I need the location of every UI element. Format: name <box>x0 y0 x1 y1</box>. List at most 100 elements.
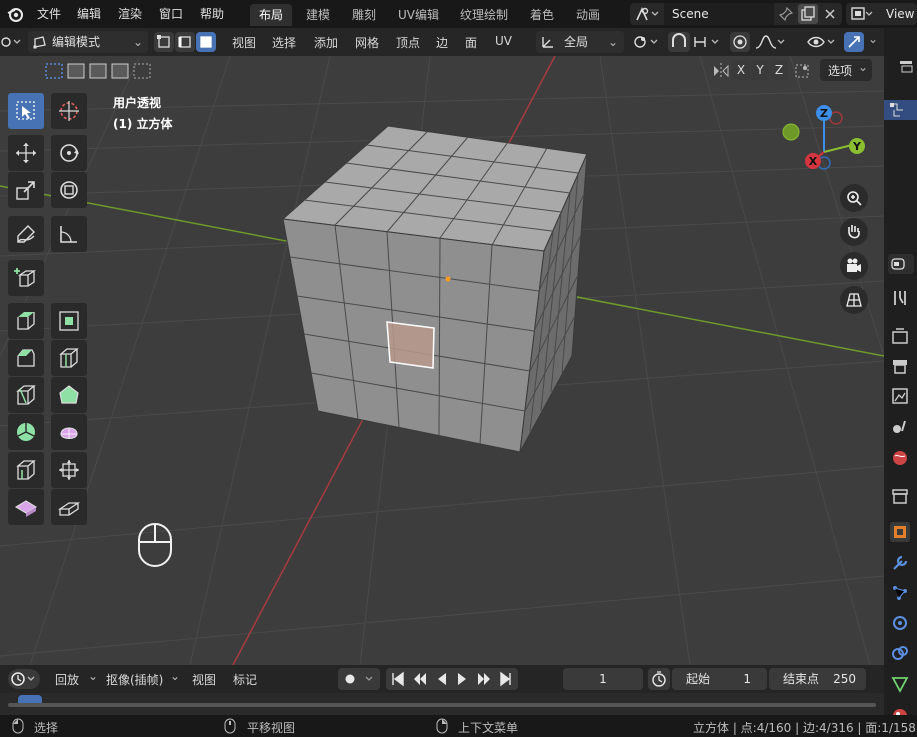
tab-animation[interactable]: 动画 <box>567 4 609 26</box>
shear-tool[interactable] <box>8 489 44 525</box>
menu-select[interactable]: 选择 <box>272 34 296 51</box>
spin-tool[interactable] <box>8 414 44 450</box>
tab-uv-editing[interactable]: UV编辑 <box>389 4 448 26</box>
mirror-x-button[interactable]: X <box>732 60 750 80</box>
edge-slide-tool[interactable] <box>8 452 44 488</box>
select-box-tool[interactable] <box>8 93 44 129</box>
pivot-point-icon[interactable] <box>632 33 662 54</box>
tab-modeling[interactable]: 建模 <box>297 4 339 26</box>
physics-properties-icon[interactable] <box>890 613 910 633</box>
timeline-marker-menu[interactable]: 标记 <box>233 671 257 688</box>
cursor-tool[interactable] <box>51 93 87 129</box>
mirror-y-button[interactable]: Y <box>751 60 769 80</box>
view-layer-properties-icon[interactable] <box>890 386 910 406</box>
start-frame-field[interactable]: 起始 1 <box>672 668 767 690</box>
3d-viewport[interactable]: 用户透视 (1) 立方体 X Y Z 选项 ⌄ Z Y X <box>0 56 884 665</box>
view-layer-selector[interactable]: View <box>846 3 917 25</box>
pin-icon[interactable] <box>778 6 794 25</box>
menu-face[interactable]: 面 <box>465 34 477 51</box>
menu-file[interactable]: 文件 <box>37 5 61 22</box>
transform-orientation-dropdown[interactable]: 全局 ⌄ <box>536 31 624 53</box>
mirror-z-button[interactable]: Z <box>770 60 788 80</box>
view-layer-name[interactable]: View <box>886 3 914 25</box>
menu-window[interactable]: 窗口 <box>159 5 183 22</box>
zoom-button[interactable] <box>840 184 868 212</box>
end-frame-field[interactable]: 结束点 250 <box>769 668 866 690</box>
clock-icon[interactable] <box>648 668 670 690</box>
proportional-edit-button[interactable] <box>730 32 750 52</box>
data-properties-icon[interactable] <box>890 674 910 694</box>
pan-hand-button[interactable] <box>840 218 868 246</box>
mirror-icon[interactable] <box>712 62 730 83</box>
current-frame-field[interactable]: 1 <box>563 668 643 690</box>
keying-menu[interactable]: 抠像(插帧) <box>106 671 163 688</box>
scene-selector[interactable]: Scene <box>630 3 842 25</box>
rip-region-tool[interactable] <box>51 489 87 525</box>
outliner-filter-icon[interactable] <box>898 58 916 79</box>
menu-help[interactable]: 帮助 <box>200 5 224 22</box>
timeline-editor-icon[interactable] <box>8 669 40 689</box>
scene-properties-icon[interactable] <box>890 416 910 436</box>
chevron-down-icon[interactable]: ⌄ <box>868 32 878 46</box>
collection-properties-icon[interactable] <box>890 486 910 506</box>
select-mode-icons[interactable] <box>44 62 152 83</box>
record-button[interactable] <box>338 668 380 690</box>
transform-tool[interactable] <box>51 172 87 208</box>
new-scene-icon[interactable] <box>798 4 818 24</box>
timeline-ruler[interactable] <box>0 693 884 715</box>
menu-vertex[interactable]: 顶点 <box>396 34 420 51</box>
playback-menu[interactable]: 回放 <box>55 671 79 688</box>
smooth-tool[interactable] <box>51 414 87 450</box>
menu-uv[interactable]: UV <box>495 34 512 48</box>
extrude-tool[interactable] <box>8 303 44 339</box>
tool-properties-icon[interactable] <box>890 288 910 308</box>
visibility-icon[interactable] <box>806 33 838 54</box>
playback-controls[interactable] <box>386 668 518 690</box>
object-properties-icon[interactable] <box>890 522 910 542</box>
poly-build-tool[interactable] <box>51 377 87 413</box>
selected-face[interactable] <box>386 321 435 369</box>
output-properties-icon[interactable] <box>890 356 910 376</box>
blender-logo-icon[interactable] <box>6 5 24 26</box>
add-cube-tool[interactable] <box>8 260 44 296</box>
properties-editor-icon[interactable] <box>888 254 914 274</box>
annotate-tool[interactable] <box>8 216 44 252</box>
tab-texture-paint[interactable]: 纹理绘制 <box>451 4 517 26</box>
edge-select-button[interactable] <box>175 32 195 52</box>
cube-mesh[interactable] <box>281 125 588 453</box>
tab-sculpting[interactable]: 雕刻 <box>343 4 385 26</box>
menu-add[interactable]: 添加 <box>314 34 338 51</box>
particle-properties-icon[interactable] <box>890 583 910 603</box>
snap-toggle-button[interactable] <box>668 32 690 52</box>
navigation-gizmo[interactable]: Z Y X <box>780 102 870 182</box>
timeline-view-menu[interactable]: 视图 <box>192 671 216 688</box>
vertex-select-button[interactable] <box>154 32 174 52</box>
scene-name[interactable]: Scene <box>664 3 774 25</box>
mode-dropdown[interactable]: 编辑模式 ⌄ <box>28 31 148 53</box>
tab-layout[interactable]: 布局 <box>250 4 293 26</box>
modifier-properties-icon[interactable] <box>890 553 910 573</box>
outliner-selected-row[interactable] <box>884 100 917 120</box>
delete-scene-icon[interactable] <box>822 6 838 25</box>
perspective-toggle-button[interactable] <box>840 286 868 314</box>
measure-tool[interactable] <box>51 216 87 252</box>
editor-type-icon[interactable] <box>0 33 22 54</box>
shrink-fatten-tool[interactable] <box>51 452 87 488</box>
camera-view-button[interactable] <box>840 252 868 280</box>
menu-render[interactable]: 渲染 <box>118 5 142 22</box>
world-properties-icon[interactable] <box>890 448 910 468</box>
bevel-tool[interactable] <box>8 340 44 376</box>
falloff-icon[interactable] <box>754 33 788 54</box>
auto-merge-icon[interactable] <box>793 62 811 83</box>
menu-view[interactable]: 视图 <box>232 34 256 51</box>
menu-edge[interactable]: 边 <box>436 34 448 51</box>
menu-mesh[interactable]: 网格 <box>355 34 379 51</box>
timeline-scrollbar[interactable] <box>8 703 876 707</box>
tab-shading[interactable]: 着色 <box>521 4 563 26</box>
constraint-properties-icon[interactable] <box>890 643 910 663</box>
move-tool[interactable] <box>8 135 44 171</box>
options-dropdown[interactable]: 选项 ⌄ <box>820 59 872 81</box>
menu-edit[interactable]: 编辑 <box>77 5 101 22</box>
snap-target-icon[interactable] <box>692 33 726 54</box>
gizmo-toggle-button[interactable] <box>844 32 864 52</box>
